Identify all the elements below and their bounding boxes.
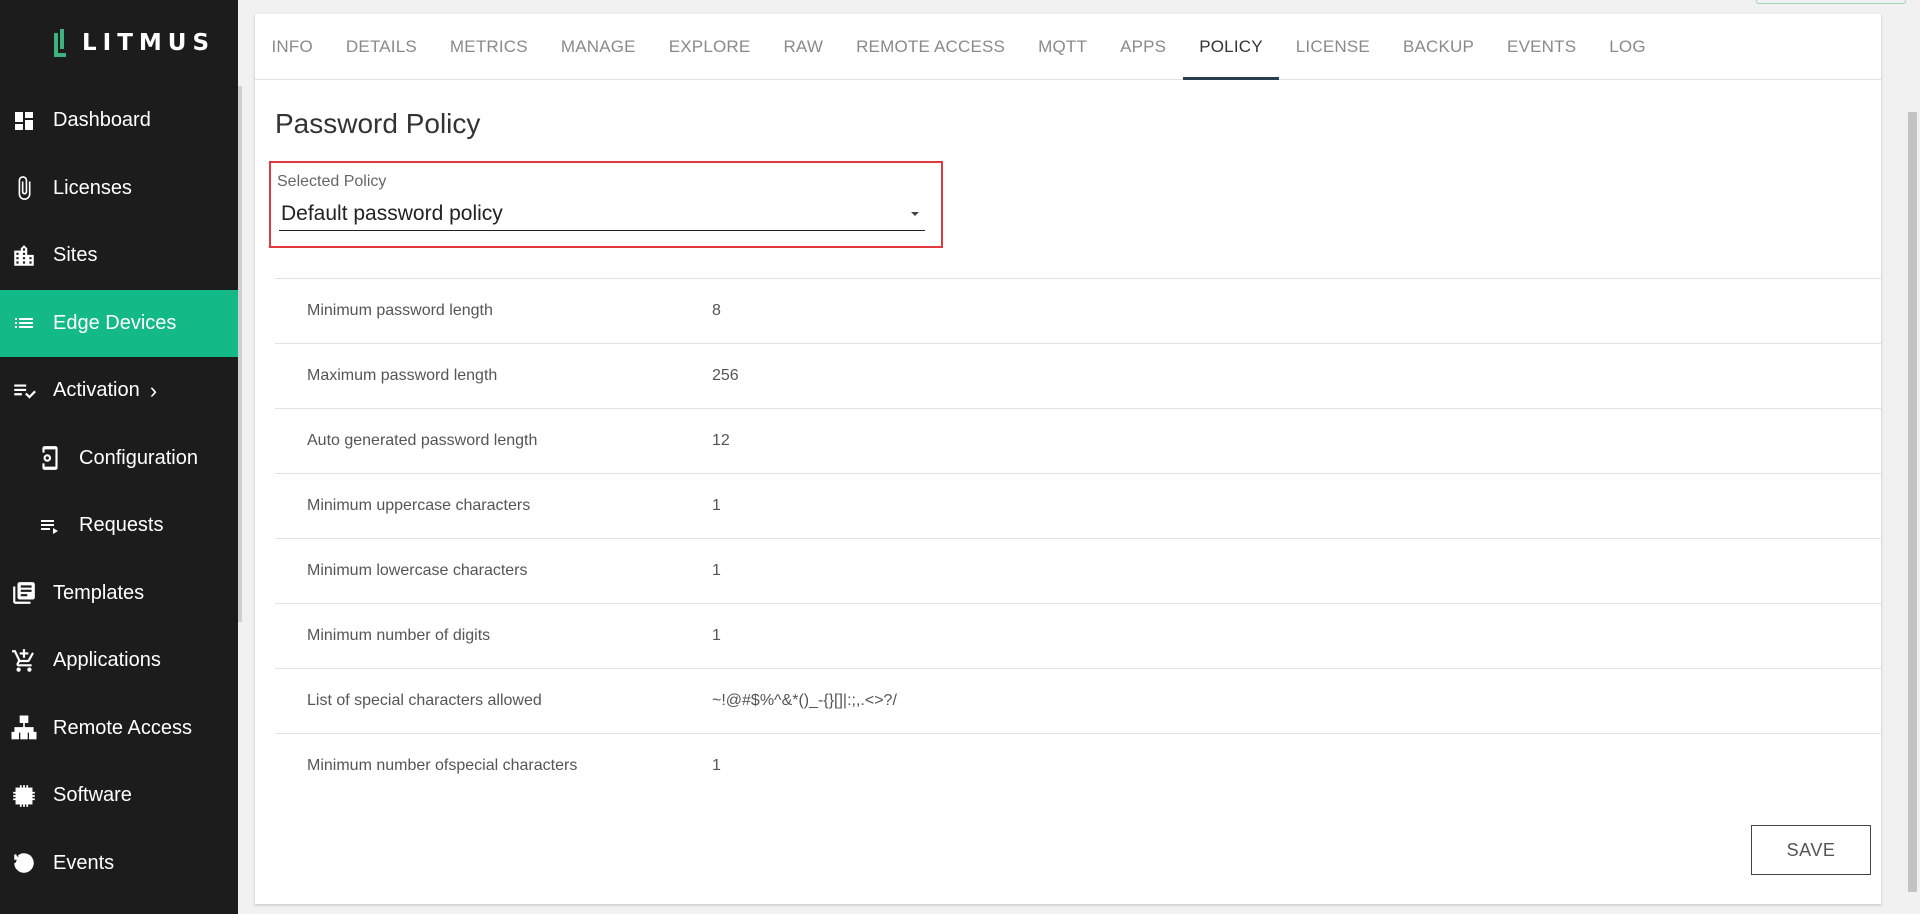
sidebar-item-software[interactable]: Software (0, 762, 238, 830)
tab-events[interactable]: EVENTS (1491, 14, 1593, 79)
list-item: Minimum number ofspecial characters 1 (275, 733, 1881, 798)
tab-explore[interactable]: EXPLORE (652, 14, 767, 79)
logo-mark-icon (54, 27, 68, 59)
playlist-icon (36, 512, 64, 540)
policy-select[interactable]: Default password policy (279, 197, 925, 231)
device-panel: INFO DETAILS METRICS MANAGE EXPLORE RAW … (255, 14, 1881, 904)
rule-value: 1 (712, 497, 721, 514)
rule-value: 1 (712, 562, 721, 579)
sidebar-scrollbar[interactable] (238, 86, 242, 622)
tab-raw[interactable]: RAW (767, 14, 840, 79)
sidebar-item-label: Licenses (53, 176, 132, 199)
sidebar-item-label: Software (53, 784, 132, 807)
tab-license[interactable]: LICENSE (1279, 14, 1386, 79)
list-icon (10, 309, 38, 337)
sidebar-item-label: Remote Access (53, 716, 192, 739)
sidebar-item-remote-access[interactable]: Remote Access (0, 695, 238, 763)
page-title: Password Policy (275, 108, 481, 139)
cart-add-icon (10, 647, 38, 675)
sidebar: LITMUS Dashboard Licenses Sites Edge Dev… (0, 0, 242, 914)
tab-details[interactable]: DETAILS (329, 14, 433, 79)
sidebar-item-applications[interactable]: Applications (0, 627, 238, 695)
sidebar-item-label: Templates (53, 581, 145, 604)
tab-mqtt[interactable]: MQTT (1022, 14, 1104, 79)
paperclip-icon (10, 174, 38, 202)
sidebar-item-label: Applications (53, 649, 161, 672)
sidebar-item-label: Configuration (79, 446, 198, 469)
list-item: Minimum number of digits 1 (275, 603, 1881, 668)
save-button[interactable]: SAVE (1751, 825, 1871, 875)
rule-label: Minimum number ofspecial characters (307, 757, 578, 774)
policy-select-value: Default password policy (281, 201, 503, 225)
sidebar-item-label: Edge Devices (53, 311, 177, 334)
device-settings-icon (36, 444, 64, 472)
rule-value: 1 (712, 757, 721, 774)
policy-select-highlight: Selected Policy Default password policy (269, 161, 943, 248)
chevron-right-icon: › (149, 377, 158, 403)
policy-rules-list: Minimum password length 8 Maximum passwo… (275, 278, 1881, 798)
building-icon (10, 242, 38, 270)
tab-apps[interactable]: APPS (1104, 14, 1183, 79)
list-item: List of special characters allowed ~!@#$… (275, 668, 1881, 733)
tab-remote-access[interactable]: REMOTE ACCESS (840, 14, 1022, 79)
network-icon (10, 714, 38, 742)
sidebar-item-configuration[interactable]: Configuration (0, 425, 238, 493)
sidebar-item-licenses[interactable]: Licenses (0, 155, 238, 223)
rule-label: Minimum uppercase characters (307, 497, 531, 514)
tab-backup[interactable]: BACKUP (1386, 14, 1490, 79)
sidebar-item-label: Activation (53, 379, 140, 402)
rule-label: List of special characters allowed (307, 692, 542, 709)
tab-policy[interactable]: POLICY (1182, 14, 1280, 80)
rule-label: Minimum password length (307, 302, 493, 319)
sidebar-item-dashboard[interactable]: Dashboard (0, 87, 238, 155)
litmus-logo[interactable]: LITMUS (54, 26, 215, 60)
rule-value: ~!@#$%^&*()_-{}[]|:;,.<>?/ (712, 692, 897, 709)
rule-label: Auto generated password length (307, 432, 538, 449)
page-scrollbar[interactable] (1908, 112, 1917, 892)
sidebar-item-label: Requests (79, 514, 164, 537)
policy-select-label: Selected Policy (277, 173, 387, 190)
sidebar-item-activation[interactable]: Activation › (0, 357, 238, 425)
rule-value: 1 (712, 627, 721, 644)
rule-value: 256 (712, 367, 739, 384)
list-item: Auto generated password length 12 (275, 408, 1881, 473)
rule-value: 12 (712, 432, 730, 449)
list-item: Minimum uppercase characters 1 (275, 473, 1881, 538)
sidebar-item-label: Dashboard (53, 109, 151, 132)
logo-text: LITMUS (82, 30, 216, 56)
sidebar-item-edge-devices[interactable]: Edge Devices (0, 289, 238, 357)
top-action-edge (1756, 0, 1906, 4)
tab-metrics[interactable]: METRICS (433, 14, 544, 79)
tab-log[interactable]: LOG (1593, 14, 1663, 79)
library-icon (10, 579, 38, 607)
history-icon (10, 849, 38, 877)
sidebar-item-templates[interactable]: Templates (0, 560, 238, 628)
sidebar-item-label: Events (53, 851, 115, 874)
chip-icon (10, 782, 38, 810)
list-item: Minimum lowercase characters 1 (275, 538, 1881, 603)
dashboard-icon (10, 107, 38, 135)
sidebar-item-label: Sites (53, 244, 98, 267)
rule-label: Minimum lowercase characters (307, 562, 528, 579)
sidebar-item-events[interactable]: Events (0, 830, 238, 898)
device-tabs: INFO DETAILS METRICS MANAGE EXPLORE RAW … (255, 14, 1881, 80)
rule-label: Minimum number of digits (307, 627, 491, 644)
list-item: Maximum password length 256 (275, 343, 1881, 408)
tab-manage[interactable]: MANAGE (544, 14, 652, 79)
rule-label: Maximum password length (307, 367, 498, 384)
checklist-icon (10, 377, 38, 405)
sidebar-item-requests[interactable]: Requests (0, 492, 238, 560)
sidebar-nav: Dashboard Licenses Sites Edge Devices Ac… (0, 87, 238, 897)
caret-down-icon (911, 211, 919, 216)
list-item: Minimum password length 8 (275, 278, 1881, 343)
sidebar-item-sites[interactable]: Sites (0, 222, 238, 290)
tab-info[interactable]: INFO (255, 14, 329, 79)
rule-value: 8 (712, 302, 721, 319)
